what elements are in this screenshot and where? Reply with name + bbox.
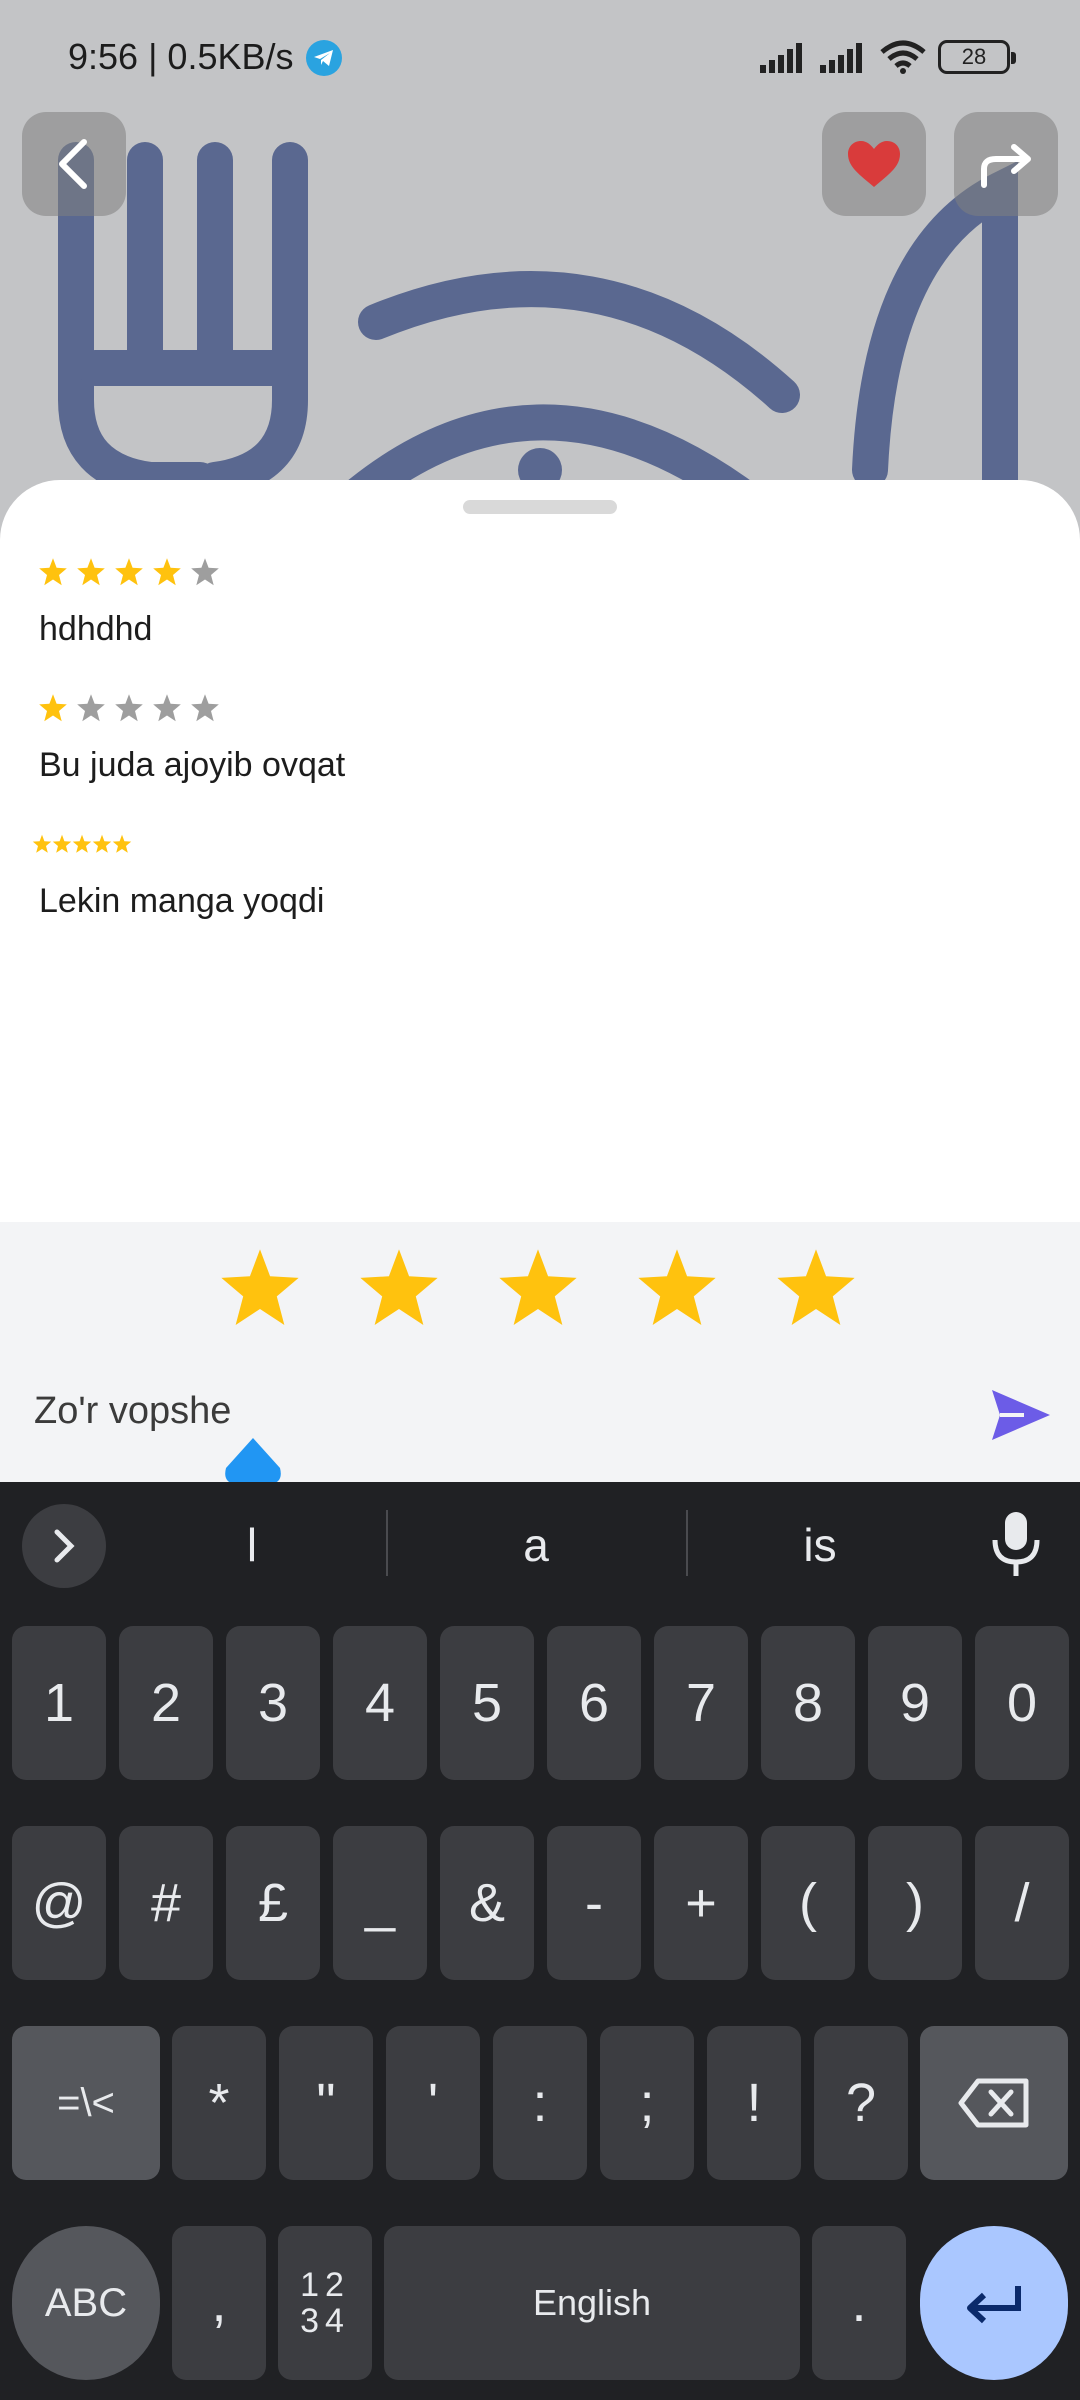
backspace-key[interactable] (920, 2026, 1068, 2180)
review-text: Lekin manga yoqdi (39, 882, 325, 920)
rating-input[interactable] (218, 1246, 858, 1330)
key-1[interactable]: 1 (12, 1626, 106, 1780)
key-symbol[interactable]: " (279, 2026, 373, 2180)
suggestion-2[interactable]: a (436, 1518, 636, 1572)
star-filled-icon (52, 834, 72, 853)
review-composer (0, 1222, 1080, 1484)
star-filled-icon[interactable] (496, 1246, 580, 1330)
key-symbol[interactable]: : (493, 2026, 587, 2180)
key-symbol[interactable]: # (119, 1826, 213, 1980)
key-symbol[interactable]: * (172, 2026, 266, 2180)
star-empty-icon (191, 694, 219, 722)
numbers-symbols-key[interactable]: 12 34 (278, 2226, 372, 2380)
key-symbol[interactable]: ) (868, 1826, 962, 1980)
star-empty-icon (153, 694, 181, 722)
hero-image (0, 0, 1080, 520)
key-7[interactable]: 7 (654, 1626, 748, 1780)
fork-plate-knife-icon (58, 142, 1018, 520)
key-2[interactable]: 2 (119, 1626, 213, 1780)
numsym-top: 12 (300, 2266, 350, 2304)
enter-key[interactable] (920, 2226, 1068, 2380)
share-button[interactable] (954, 112, 1058, 216)
review-item: Lekin manga yoqdi (32, 828, 324, 921)
enter-icon (967, 2286, 1021, 2324)
numsym-bottom: 34 (300, 2302, 350, 2340)
key-6[interactable]: 6 (547, 1626, 641, 1780)
star-empty-icon (77, 694, 105, 722)
divider (386, 1510, 388, 1576)
key-symbol[interactable]: £ (226, 1826, 320, 1980)
key-3[interactable]: 3 (226, 1626, 320, 1780)
key-symbol[interactable]: ! (707, 2026, 801, 2180)
key-symbol[interactable]: ( (761, 1826, 855, 1980)
key-8[interactable]: 8 (761, 1626, 855, 1780)
star-filled-icon[interactable] (357, 1246, 441, 1330)
rating-stars (38, 692, 345, 724)
star-empty-icon (191, 558, 219, 586)
comment-input[interactable] (34, 1390, 934, 1433)
review-text: hdhdhd (39, 610, 153, 648)
review-item: hdhdhd (38, 556, 220, 649)
suggestion-3[interactable]: is (720, 1518, 920, 1572)
on-screen-keyboard: l a is 1 2 3 4 5 6 7 8 9 0 @ # £ _ & - +() / =\< * " ':;!? ABC… (0, 1482, 1080, 2400)
drag-handle[interactable] (463, 500, 617, 514)
cursor-handle[interactable] (222, 1438, 284, 1484)
key-symbol[interactable]: + (654, 1826, 748, 1980)
key-4[interactable]: 4 (333, 1626, 427, 1780)
key-symbol[interactable]: @ (12, 1826, 106, 1980)
expand-toolbar-button[interactable] (22, 1504, 106, 1588)
abc-key[interactable]: ABC (12, 2226, 160, 2380)
star-filled-icon (32, 834, 52, 853)
review-text: Bu juda ajoyib ovqat (39, 746, 346, 784)
key-symbol[interactable]: & (440, 1826, 534, 1980)
suggestion-1[interactable]: l (152, 1518, 352, 1572)
share-arrow-icon (981, 144, 1031, 188)
star-filled-icon (72, 834, 92, 853)
key-9[interactable]: 9 (868, 1626, 962, 1780)
key-symbol[interactable]: ; (600, 2026, 694, 2180)
back-button[interactable] (22, 112, 126, 216)
suggestion-bar: l a is (0, 1482, 1080, 1602)
key-comma[interactable]: , (172, 2226, 266, 2380)
key-symbol[interactable]: ? (814, 2026, 908, 2180)
star-filled-icon (77, 558, 105, 586)
star-filled-icon (112, 834, 132, 853)
favorite-button[interactable] (822, 112, 926, 216)
key-symbol[interactable]: / (975, 1826, 1069, 1980)
star-empty-icon (115, 694, 143, 722)
space-bar[interactable]: English (384, 2226, 800, 2380)
star-filled-icon[interactable] (774, 1246, 858, 1330)
star-filled-icon (39, 694, 67, 722)
key-symbol[interactable]: _ (333, 1826, 427, 1980)
chevron-left-icon (59, 139, 87, 189)
heart-icon (848, 141, 900, 187)
key-period[interactable]: . (812, 2226, 906, 2380)
key-0[interactable]: 0 (975, 1626, 1069, 1780)
rating-stars (38, 556, 220, 588)
review-item: Bu juda ajoyib ovqat (38, 692, 345, 785)
chevron-right-icon (54, 1529, 75, 1563)
star-filled-icon[interactable] (218, 1246, 302, 1330)
star-filled-icon (115, 558, 143, 586)
star-filled-icon (39, 558, 67, 586)
star-filled-icon (92, 834, 112, 853)
backspace-icon (958, 2078, 1029, 2128)
key-more-symbols[interactable]: =\< (12, 2026, 160, 2180)
microphone-icon[interactable] (988, 1510, 1044, 1578)
star-filled-icon[interactable] (635, 1246, 719, 1330)
rating-stars (32, 828, 324, 860)
key-symbol[interactable]: - (547, 1826, 641, 1980)
key-5[interactable]: 5 (440, 1626, 534, 1780)
send-button[interactable] (990, 1388, 1052, 1442)
star-filled-icon (153, 558, 181, 586)
key-symbol[interactable]: ' (386, 2026, 480, 2180)
divider (686, 1510, 688, 1576)
